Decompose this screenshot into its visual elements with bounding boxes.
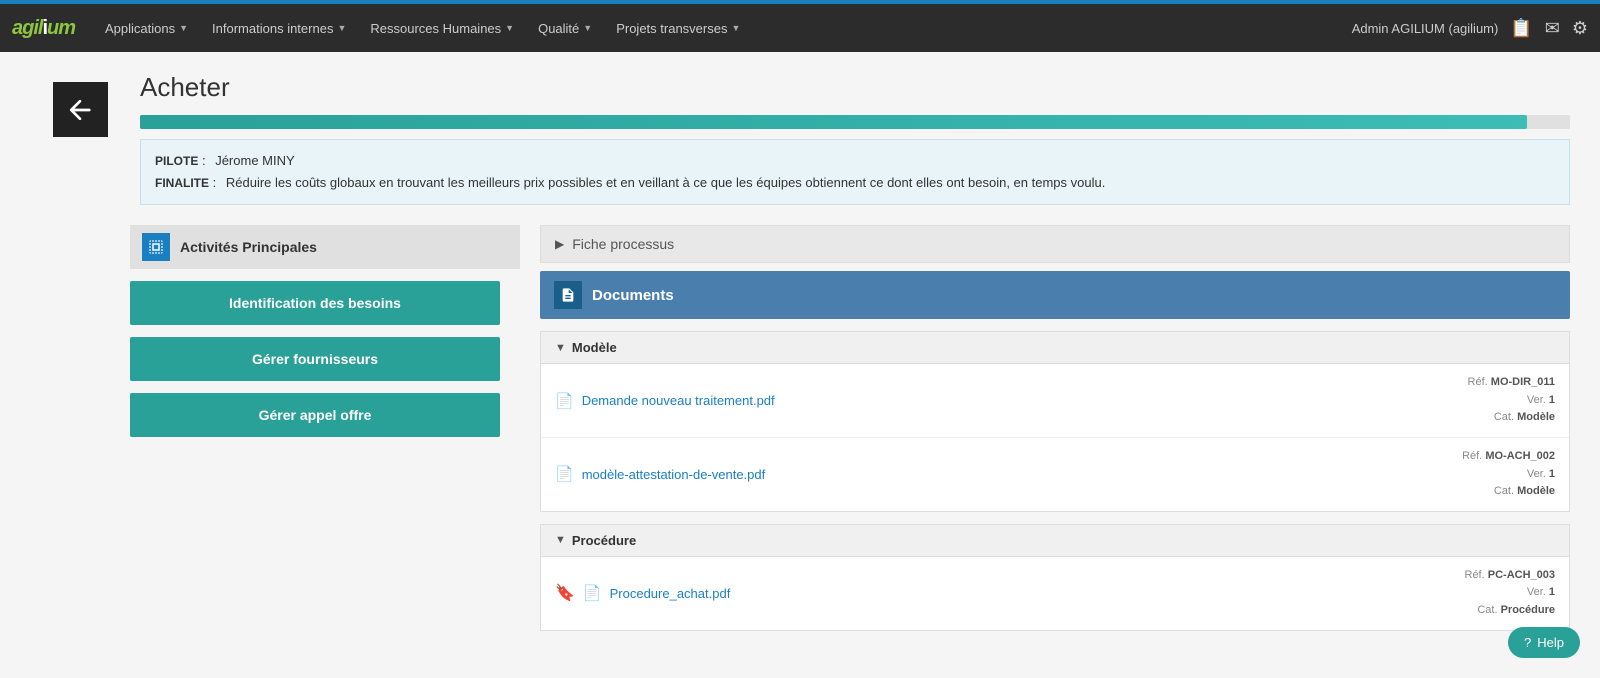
sidebar [30, 72, 130, 643]
fiche-processus-label: Fiche processus [572, 236, 674, 252]
main-wrapper: Acheter PILOTE : Jérome MINY FINALITE : … [0, 52, 1600, 663]
subsection-procedure-header[interactable]: ▼ Procédure [541, 525, 1569, 557]
finalite-row: FINALITE : Réduire les coûts globaux en … [155, 172, 1555, 194]
nav-qualite[interactable]: Qualité ▼ [528, 15, 602, 42]
pilote-row: PILOTE : Jérome MINY [155, 150, 1555, 172]
marker-icon: 🔖 [555, 583, 575, 603]
pilote-value: Jérome MINY [215, 153, 294, 168]
doc-meta: Réf. MO-DIR_011 Ver. 1 Cat. Modèle [1468, 374, 1555, 427]
chevron-icon: ▼ [505, 23, 514, 33]
two-col: Activités Principales Identification des… [130, 225, 1570, 642]
activities-header-text: Activités Principales [180, 239, 317, 255]
documents-header: Documents [540, 271, 1570, 319]
arrow-down-icon: ▼ [555, 342, 566, 354]
arrow-down-icon: ▼ [555, 534, 566, 546]
pdf-icon: 📄 [583, 584, 602, 602]
chevron-icon: ▼ [731, 23, 740, 33]
logo[interactable]: agilium [12, 17, 75, 40]
doc-row: 📄 Demande nouveau traitement.pdf Réf. MO… [541, 364, 1569, 438]
page-title: Acheter [130, 72, 1570, 103]
modele-title: Modèle [572, 340, 617, 355]
documents-header-text: Documents [592, 287, 674, 304]
pilote-label: PILOTE [155, 154, 198, 168]
subsection-modele-header[interactable]: ▼ Modèle [541, 332, 1569, 364]
doc-name[interactable]: Procedure_achat.pdf [610, 586, 1465, 601]
pdf-icon: 📄 [555, 392, 574, 410]
page-content: Acheter PILOTE : Jérome MINY FINALITE : … [130, 72, 1570, 643]
nav-right: Admin AGILIUM (agilium) 📋 ✉ ⚙ [1352, 18, 1588, 39]
doc-name[interactable]: modèle-attestation-de-vente.pdf [582, 467, 1462, 482]
doc-meta: Réf. PC-ACH_003 Ver. 1 Cat. Procédure [1465, 567, 1556, 620]
help-label: Help [1537, 635, 1564, 650]
mail-icon[interactable]: ✉ [1545, 18, 1560, 39]
progress-bar-container [140, 115, 1570, 129]
finalite-label: FINALITE [155, 176, 209, 190]
right-panel: ▶ Fiche processus Documents ▼ [540, 225, 1570, 642]
left-panel: Activités Principales Identification des… [130, 225, 520, 449]
documents-header-icon [554, 281, 582, 309]
finalite-value: Réduire les coûts globaux en trouvant le… [226, 175, 1105, 190]
chevron-icon: ▼ [179, 23, 188, 33]
chevron-icon: ▼ [583, 23, 592, 33]
nav-applications[interactable]: Applications ▼ [95, 15, 198, 42]
progress-bar-fill [140, 115, 1527, 129]
btn-identification[interactable]: Identification des besoins [130, 281, 500, 325]
help-icon: ? [1524, 635, 1531, 650]
nav-ressources-humaines[interactable]: Ressources Humaines ▼ [360, 15, 524, 42]
activities-icon [142, 233, 170, 261]
clipboard-icon[interactable]: 📋 [1510, 18, 1532, 39]
user-label: Admin AGILIUM (agilium) [1352, 21, 1499, 36]
help-button[interactable]: ? Help [1508, 627, 1580, 658]
subsection-modele: ▼ Modèle 📄 Demande nouveau traitement.pd… [540, 331, 1570, 512]
btn-fournisseurs[interactable]: Gérer fournisseurs [130, 337, 500, 381]
nav-items: Applications ▼ Informations internes ▼ R… [95, 15, 1352, 42]
settings-icon[interactable]: ⚙ [1572, 18, 1588, 39]
activities-header: Activités Principales [130, 225, 520, 269]
arrow-right-icon: ▶ [555, 237, 564, 251]
subsection-procedure: ▼ Procédure 🔖 📄 Procedure_achat.pdf Réf.… [540, 524, 1570, 631]
procedure-title: Procédure [572, 533, 636, 548]
topnav: agilium Applications ▼ Informations inte… [0, 4, 1600, 52]
sidebar-home-icon[interactable] [53, 82, 108, 137]
nav-informations-internes[interactable]: Informations internes ▼ [202, 15, 356, 42]
doc-row: 📄 modèle-attestation-de-vente.pdf Réf. M… [541, 438, 1569, 511]
doc-name[interactable]: Demande nouveau traitement.pdf [582, 393, 1468, 408]
nav-projets-transverses[interactable]: Projets transverses ▼ [606, 15, 750, 42]
info-box: PILOTE : Jérome MINY FINALITE : Réduire … [140, 139, 1570, 205]
doc-row: 🔖 📄 Procedure_achat.pdf Réf. PC-ACH_003 … [541, 557, 1569, 630]
btn-appel-offre[interactable]: Gérer appel offre [130, 393, 500, 437]
chevron-icon: ▼ [337, 23, 346, 33]
pdf-icon: 📄 [555, 465, 574, 483]
fiche-processus-header[interactable]: ▶ Fiche processus [540, 225, 1570, 263]
doc-meta: Réf. MO-ACH_002 Ver. 1 Cat. Modèle [1462, 448, 1555, 501]
